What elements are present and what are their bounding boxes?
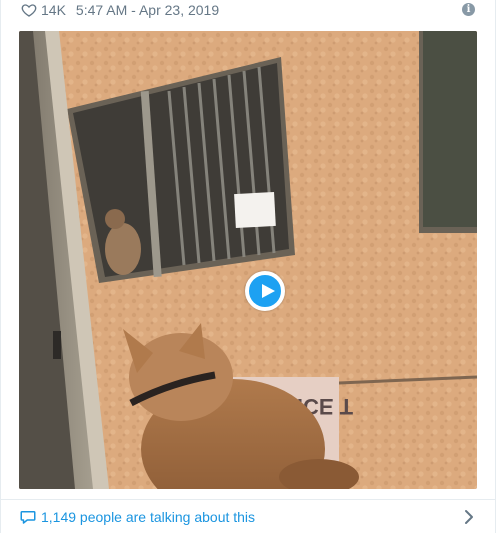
video-thumbnail: NICE T xyxy=(19,31,477,489)
speech-bubble-icon xyxy=(19,508,37,526)
heart-icon[interactable] xyxy=(21,2,37,18)
video-player[interactable]: NICE T xyxy=(19,31,477,489)
like-count[interactable]: 14K xyxy=(41,2,66,18)
info-icon[interactable]: i xyxy=(462,3,475,16)
conversation-link[interactable]: 1,149 people are talking about this xyxy=(19,505,477,529)
tweet-timestamp[interactable]: 5:47 AM - Apr 23, 2019 xyxy=(76,2,219,18)
footer-divider xyxy=(1,499,495,500)
conversation-count-text[interactable]: 1,149 people are talking about this xyxy=(41,509,255,525)
tweet-meta-row: 14K 5:47 AM - Apr 23, 2019 i xyxy=(21,0,475,20)
play-icon[interactable] xyxy=(245,271,285,311)
tweet-card: 14K 5:47 AM - Apr 23, 2019 i NICE T 1,14… xyxy=(0,0,496,533)
chevron-right-icon[interactable] xyxy=(461,507,477,527)
